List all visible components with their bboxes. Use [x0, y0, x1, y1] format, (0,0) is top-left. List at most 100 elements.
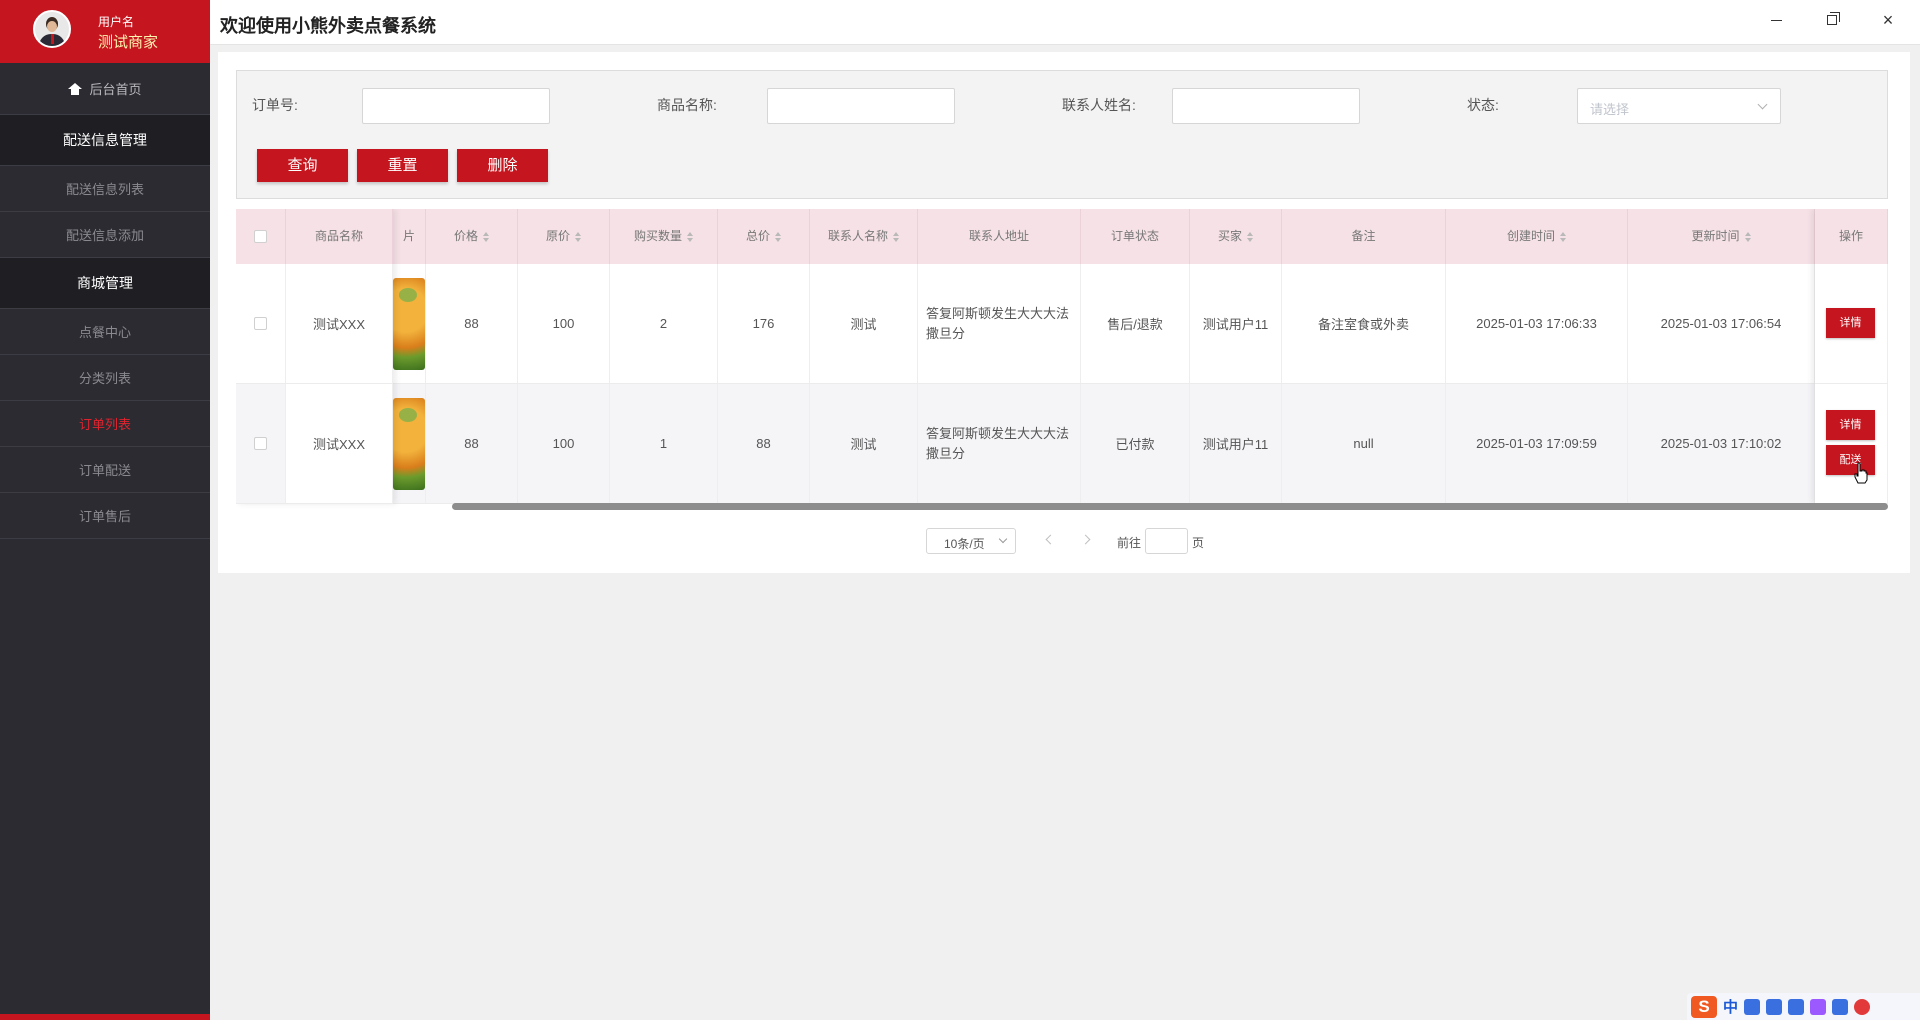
page-title: 欢迎使用小熊外卖点餐系统 — [220, 16, 436, 36]
sort-icon — [1560, 231, 1566, 242]
sogou-logo-icon[interactable]: S — [1691, 995, 1717, 1018]
user-panel: 用户名 测试商家 — [0, 0, 210, 63]
page-size-select[interactable]: 10条/页 — [926, 528, 1016, 554]
cell-order-status: 已付款 — [1081, 384, 1190, 503]
header-price[interactable]: 价格 — [426, 209, 518, 264]
punctuation-icon[interactable] — [1744, 998, 1761, 1015]
cell-total: 88 — [718, 384, 810, 503]
contact-name-input[interactable] — [1172, 88, 1360, 124]
cell-created-at: 2025-01-03 17:09:59 — [1446, 384, 1628, 503]
header-original-price[interactable]: 原价 — [518, 209, 610, 264]
sort-icon — [1744, 231, 1751, 242]
header-contact-address: 联系人地址 — [918, 209, 1081, 264]
skin-icon[interactable] — [1810, 998, 1827, 1015]
cell-price: 88 — [426, 384, 518, 503]
order-no-input[interactable] — [362, 88, 550, 124]
status-label: 状态: — [1467, 97, 1499, 113]
header-updated-at-label: 更新时间 — [1691, 229, 1740, 243]
username: 测试商家 — [98, 34, 159, 51]
goto-page-input[interactable] — [1145, 528, 1188, 554]
cell-original-price: 100 — [518, 264, 610, 383]
keyboard-icon[interactable] — [1788, 998, 1805, 1015]
sidebar-item-category-list[interactable]: 分类列表 — [0, 355, 210, 401]
query-button[interactable]: 查询 — [257, 149, 348, 182]
table-row: 测试XXX 88 100 1 88 测试 答复阿斯顿发生大大大法撒旦分 已付款 … — [236, 384, 1888, 504]
minimize-button[interactable] — [1748, 0, 1804, 40]
microphone-icon[interactable] — [1766, 998, 1783, 1015]
table-row: 测试XXX 88 100 2 176 测试 答复阿斯顿发生大大大法撒旦分 售后/… — [236, 264, 1888, 384]
sidebar-item-home[interactable]: 后台首页 — [0, 63, 210, 115]
fixed-left-columns-shadow — [236, 209, 393, 504]
header-updated-at[interactable]: 更新时间 — [1628, 209, 1815, 264]
cell-image — [393, 264, 426, 383]
header-created-at[interactable]: 创建时间 — [1446, 209, 1628, 264]
table-header: 商品名称 片 价格 原价 购买数量 总价 联系人名称 联系人地址 订单状态 买家… — [236, 209, 1888, 264]
sort-icon — [575, 231, 581, 242]
sort-icon — [893, 231, 899, 242]
goods-name-input[interactable] — [767, 88, 955, 124]
emoji-icon[interactable] — [1854, 998, 1871, 1015]
status-placeholder: 请选择 — [1590, 102, 1630, 117]
sidebar-group-delivery[interactable]: 配送信息管理 — [0, 115, 210, 166]
header-price-label: 价格 — [453, 229, 478, 243]
header-image: 片 — [393, 209, 426, 264]
reset-button[interactable]: 重置 — [357, 149, 448, 182]
header-buyer-label: 买家 — [1217, 229, 1242, 243]
next-page-icon[interactable] — [1080, 533, 1094, 547]
page-suffix: 页 — [1192, 536, 1205, 550]
sort-icon — [1247, 231, 1253, 242]
restore-icon — [1827, 12, 1840, 25]
cell-contact-name: 测试 — [810, 384, 918, 503]
header-quantity-label: 购买数量 — [633, 229, 682, 243]
food-image[interactable] — [393, 277, 425, 370]
sidebar-item-label: 后台首页 — [89, 82, 142, 97]
delete-button[interactable]: 删除 — [457, 149, 548, 182]
sidebar-item-order-delivery[interactable]: 订单配送 — [0, 447, 210, 493]
sidebar-item-after-sales[interactable]: 订单售后 — [0, 493, 210, 539]
horizontal-scrollbar[interactable] — [452, 503, 1888, 510]
sidebar-item-delivery-list[interactable]: 配送信息列表 — [0, 166, 210, 212]
header-contact-name[interactable]: 联系人名称 — [810, 209, 918, 264]
cell-total: 176 — [718, 264, 810, 383]
header-quantity[interactable]: 购买数量 — [610, 209, 718, 264]
orders-table: 商品名称 片 价格 原价 购买数量 总价 联系人名称 联系人地址 订单状态 买家… — [236, 209, 1888, 511]
filter-panel: 订单号: 商品名称: 联系人姓名: 状态: 请选择 查询 重置 删除 — [236, 70, 1888, 199]
cell-updated-at: 2025-01-03 17:06:54 — [1628, 264, 1815, 383]
chevron-down-icon — [998, 534, 1008, 544]
ime-mode[interactable]: 中 — [1723, 996, 1738, 1017]
sidebar-item-order-list[interactable]: 订单列表 — [0, 401, 210, 447]
header-original-price-label: 原价 — [545, 229, 570, 243]
toolbox-icon[interactable] — [1832, 998, 1849, 1015]
prev-page-icon[interactable] — [1042, 533, 1056, 547]
header-remark: 备注 — [1282, 209, 1446, 264]
header-buyer[interactable]: 买家 — [1190, 209, 1282, 264]
avatar[interactable] — [33, 10, 71, 48]
fixed-right-column-shadow — [1815, 209, 1888, 504]
hand-cursor-icon — [1854, 462, 1868, 484]
cell-image — [393, 384, 426, 503]
header-order-status: 订单状态 — [1081, 209, 1190, 264]
header-total-label: 总价 — [745, 229, 770, 243]
main-content: 订单号: 商品名称: 联系人姓名: 状态: 请选择 查询 重置 删除 商品名称 … — [218, 52, 1910, 573]
cell-order-status: 售后/退款 — [1081, 264, 1190, 383]
cell-contact-name: 测试 — [810, 264, 918, 383]
home-icon — [68, 82, 83, 95]
sidebar-bottom-bar — [0, 1014, 210, 1020]
food-image[interactable] — [393, 397, 425, 490]
sort-icon — [687, 231, 693, 242]
contact-name-label: 联系人姓名: — [1062, 97, 1136, 113]
order-no-label: 订单号: — [252, 97, 298, 113]
header-total[interactable]: 总价 — [718, 209, 810, 264]
sidebar-item-order-center[interactable]: 点餐中心 — [0, 309, 210, 355]
close-icon: × — [1882, 9, 1894, 30]
restore-button[interactable] — [1804, 0, 1860, 40]
sidebar-group-mall[interactable]: 商城管理 — [0, 258, 210, 309]
sidebar-item-delivery-add[interactable]: 配送信息添加 — [0, 212, 210, 258]
cell-price: 88 — [426, 264, 518, 383]
cell-quantity: 2 — [610, 264, 718, 383]
close-button[interactable]: × — [1860, 0, 1916, 40]
chevron-down-icon — [1757, 99, 1768, 110]
cell-buyer: 测试用户11 — [1190, 384, 1282, 503]
status-select[interactable]: 请选择 — [1577, 88, 1781, 124]
username-label: 用户名 — [98, 15, 135, 29]
